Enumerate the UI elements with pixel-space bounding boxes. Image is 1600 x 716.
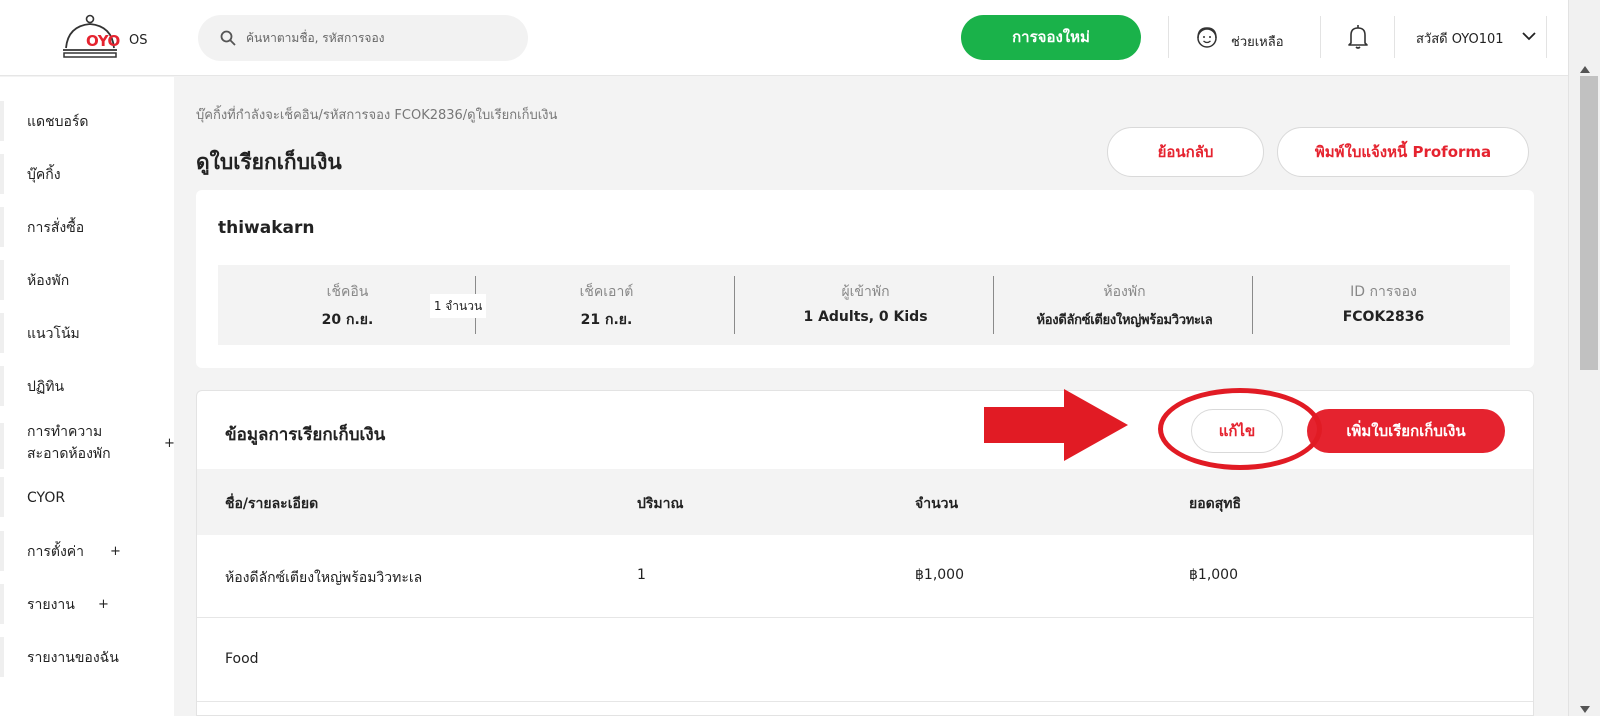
sidebar-item-marker — [0, 154, 4, 194]
logo-text: OYO — [86, 32, 120, 50]
support-headset-icon — [1197, 27, 1217, 48]
annotation-arrow-icon — [984, 389, 1128, 461]
sidebar-item-rooms[interactable]: ห้องพัก — [27, 270, 69, 292]
column-header-net-total: ยอดสุทธิ — [1189, 496, 1242, 512]
sidebar-item-settings[interactable]: การตั้งค่า — [27, 541, 84, 563]
guests-cell: ผู้เข้าพัก 1 Adults, 0 Kids — [736, 265, 995, 345]
header-divider — [1320, 16, 1321, 58]
table-row: ห้องดีลักซ์เตียงใหญ่พร้อมวิวทะเล 1 ฿1,00… — [197, 535, 1533, 618]
sidebar-item-trends[interactable]: แนวโน้ม — [27, 323, 80, 345]
sidebar-item-my-reports[interactable]: รายงานของฉัน — [27, 647, 119, 669]
billing-table-header: ชื่อ/รายละเอียด ปริมาณ จำนวน ยอดสุทธิ — [197, 469, 1533, 535]
sidebar-item-marker — [0, 477, 4, 517]
sidebar: แดชบอร์ด บุ๊คกิ้ง การสั่งซื้อ ห้องพัก แน… — [0, 77, 175, 716]
new-booking-button[interactable]: การจองใหม่ — [961, 15, 1141, 60]
sidebar-item-housekeeping[interactable]: การทำความ สะอาดห้องพัก — [27, 421, 139, 465]
guest-name: thiwakarn — [218, 218, 315, 238]
row-name: ห้องดีลักซ์เตียงใหญ่พร้อมวิวทะเล — [225, 570, 423, 586]
column-header-quantity: ปริมาณ — [637, 496, 684, 512]
chevron-down-icon[interactable] — [1522, 31, 1536, 41]
row-name: Food — [225, 651, 259, 667]
sidebar-item-cyor[interactable]: CYOR — [27, 487, 65, 509]
checkout-label: เช็คเอาต์ — [579, 284, 634, 300]
booking-info-strip: เช็คอิน 20 ก.ย. เช็คเอาต์ 21 ก.ย. ผู้เข้… — [218, 265, 1510, 345]
expand-plus-icon[interactable]: + — [164, 433, 175, 455]
back-button[interactable]: ย้อนกลับ — [1107, 127, 1264, 177]
guests-value: 1 Adults, 0 Kids — [803, 309, 928, 325]
checkout-cell: เช็คเอาต์ 21 ก.ย. — [477, 265, 736, 345]
billing-card: ข้อมูลการเรียกเก็บเงิน แก้ไข เพิ่มใบเรีย… — [196, 390, 1534, 716]
row-quantity: 1 — [637, 567, 646, 583]
header-divider — [1546, 16, 1547, 58]
sidebar-item-marker — [0, 423, 4, 469]
page-title: ดูใบเรียกเก็บเงิน — [196, 150, 342, 174]
booking-id-value: FCOK2836 — [1342, 309, 1425, 325]
room-value: ห้องดีลักซ์เตียงใหญ่พร้อมวิวทะเล — [1036, 313, 1213, 328]
sidebar-item-dashboard[interactable]: แดชบอร์ด — [27, 111, 89, 133]
billing-section-title: ข้อมูลการเรียกเก็บเงิน — [225, 425, 386, 445]
add-bill-button[interactable]: เพิ่มใบเรียกเก็บเงิน — [1307, 409, 1505, 453]
bell-icon[interactable] — [1346, 24, 1370, 50]
info-divider — [993, 276, 994, 334]
expand-plus-icon[interactable]: + — [110, 541, 121, 563]
sidebar-item-marker — [0, 207, 4, 247]
search-bar[interactable] — [198, 15, 528, 61]
sidebar-item-marker — [0, 313, 4, 353]
sidebar-item-marker — [0, 366, 4, 406]
booking-id-cell: ID การจอง FCOK2836 — [1254, 265, 1513, 345]
header-divider — [1168, 16, 1169, 58]
row-amount: ฿1,000 — [915, 567, 964, 583]
nights-tooltip: 1 จำนวน — [430, 294, 486, 318]
header-divider — [1394, 16, 1395, 58]
room-label: ห้องพัก — [1103, 284, 1146, 300]
oyo-os-logo[interactable]: OYO OS — [62, 14, 154, 62]
scroll-down-arrow-icon[interactable] — [1580, 706, 1590, 713]
print-proforma-invoice-button[interactable]: พิมพ์ใบแจ้งหนี้ Proforma — [1277, 127, 1529, 177]
room-cell: ห้องพัก ห้องดีลักซ์เตียงใหญ่พร้อมวิวทะเล — [995, 265, 1254, 345]
breadcrumb[interactable]: บุ๊คกิ้งที่กำลังจะเช็คอิน/รหัสการจอง FCO… — [196, 104, 557, 125]
sidebar-item-marker — [0, 584, 4, 624]
sidebar-item-reports[interactable]: รายงาน — [27, 594, 75, 616]
checkout-value: 21 ก.ย. — [580, 312, 633, 328]
sidebar-item-marker — [0, 260, 4, 300]
sidebar-item-bookings[interactable]: บุ๊คกิ้ง — [27, 164, 61, 186]
info-divider — [1252, 276, 1253, 334]
sidebar-item-marker — [0, 531, 4, 571]
table-row: Food — [197, 619, 1533, 702]
annotation-highlight-ring — [1158, 388, 1322, 470]
logo-suffix: OS — [129, 33, 148, 48]
column-header-amount: จำนวน — [915, 496, 959, 512]
page-scrollbar[interactable] — [1568, 0, 1600, 716]
top-header: OYO OS การจองใหม่ ช่วยเหลือ สวัสดี OYO10… — [0, 0, 1568, 76]
search-input[interactable] — [246, 28, 506, 48]
expand-plus-icon[interactable]: + — [98, 594, 109, 616]
sidebar-item-orders[interactable]: การสั่งซื้อ — [27, 217, 84, 239]
sidebar-item-marker — [0, 637, 4, 677]
help-label: ช่วยเหลือ — [1231, 35, 1284, 50]
sidebar-item-marker — [0, 101, 4, 141]
booking-summary-card: thiwakarn เช็คอิน 20 ก.ย. เช็คเอาต์ 21 ก… — [196, 190, 1534, 368]
row-net-total: ฿1,000 — [1189, 567, 1238, 583]
booking-id-label: ID การจอง — [1350, 284, 1417, 300]
user-menu[interactable]: สวัสดี OYO101 — [1416, 28, 1504, 49]
scroll-thumb[interactable] — [1580, 76, 1598, 370]
sidebar-item-calendar[interactable]: ปฏิทิน — [27, 376, 64, 398]
scroll-up-arrow-icon[interactable] — [1580, 66, 1590, 73]
search-icon — [220, 30, 236, 46]
guests-label: ผู้เข้าพัก — [841, 284, 890, 300]
info-divider — [734, 276, 735, 334]
column-header-name: ชื่อ/รายละเอียด — [225, 496, 319, 512]
